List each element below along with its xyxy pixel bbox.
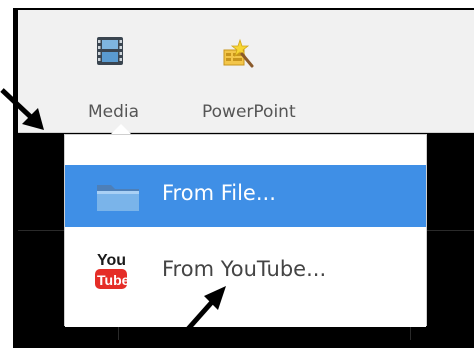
- powerpoint-wand-icon: [222, 38, 254, 72]
- annotation-arrow: [178, 286, 226, 340]
- folder-icon: [95, 179, 141, 217]
- media-button[interactable]: Media: [64, 10, 174, 132]
- menu-item-from-file[interactable]: From File...: [65, 165, 426, 227]
- annotation-arrow: [0, 88, 44, 130]
- media-dropdown-menu: From File... You Tube From YouTube...: [64, 134, 427, 327]
- canvas-border: [13, 8, 16, 348]
- powerpoint-button[interactable]: PowerPoint: [180, 10, 310, 132]
- powerpoint-label: PowerPoint: [202, 102, 296, 122]
- youtube-icon: You Tube: [93, 249, 130, 295]
- insert-toolbar: Media PowerPoint: [18, 10, 474, 133]
- youtube-logo-top: You: [97, 252, 126, 269]
- menu-item-label: From File...: [162, 181, 276, 205]
- menu-item-label: From YouTube...: [162, 257, 327, 281]
- menu-item-from-youtube[interactable]: You Tube From YouTube...: [65, 227, 426, 327]
- youtube-logo-bottom: Tube: [97, 272, 129, 288]
- media-label: Media: [88, 102, 140, 122]
- film-icon: [96, 36, 124, 70]
